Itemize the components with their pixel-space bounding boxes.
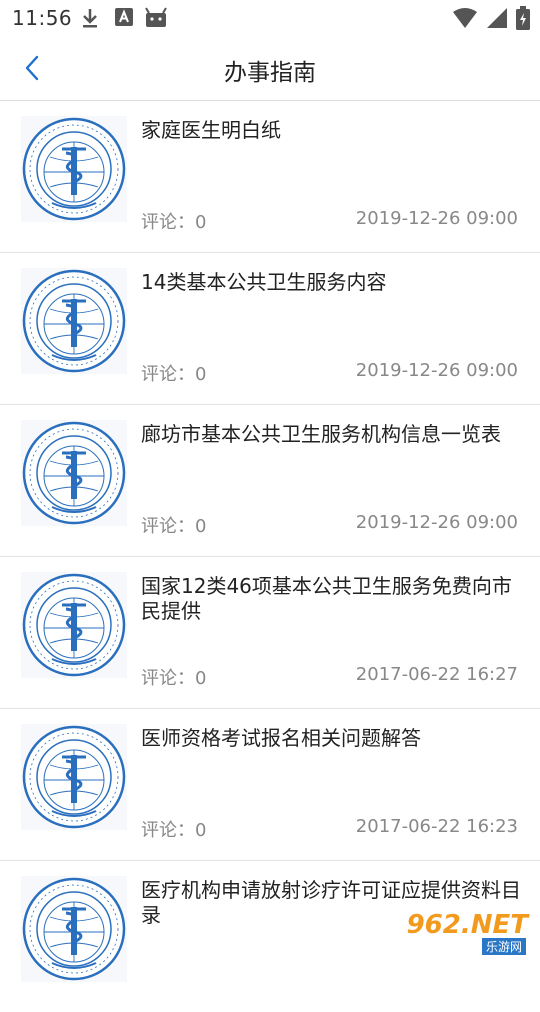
list-item[interactable]: 家庭医生明白纸 评论：0 2019-12-26 09:00: [0, 101, 540, 253]
page-title: 办事指南: [224, 60, 316, 86]
comment-label: 评论：: [141, 364, 195, 385]
comment-count: 0: [195, 516, 207, 537]
item-date: 2019-12-26 09:00: [355, 512, 518, 533]
item-comments: 评论：0: [141, 512, 206, 538]
status-bar: 11:56: [0, 0, 540, 36]
health-commission-emblem-icon: [22, 877, 126, 981]
item-date: 2019-12-26 09:00: [355, 208, 518, 229]
health-commission-emblem-icon: [22, 269, 126, 373]
signal-icon: [487, 8, 507, 28]
comment-label: 评论：: [141, 516, 195, 537]
item-comments: 评论：0: [141, 816, 206, 842]
list-item[interactable]: 廊坊市基本公共卫生服务机构信息一览表 评论：0 2019-12-26 09:00: [0, 405, 540, 557]
item-thumbnail: [21, 724, 127, 830]
item-date: 2017-06-22 16:27: [355, 664, 518, 685]
item-comments: 评论：0: [141, 664, 206, 690]
comment-label: 评论：: [141, 820, 195, 841]
comment-count: 0: [195, 668, 207, 689]
item-date: 2017-06-22 16:23: [355, 816, 518, 837]
health-commission-emblem-icon: [22, 725, 126, 829]
item-title: 医师资格考试报名相关问题解答: [141, 726, 421, 750]
health-commission-emblem-icon: [22, 117, 126, 221]
title-bar: 办事指南: [0, 36, 540, 101]
comment-count: 0: [195, 364, 207, 385]
item-title: 国家12类46项基本公共卫生服务免费向市民提供: [141, 574, 512, 623]
list-item[interactable]: 医师资格考试报名相关问题解答 评论：0 2017-06-22 16:23: [0, 709, 540, 861]
item-title: 廊坊市基本公共卫生服务机构信息一览表: [141, 422, 501, 446]
battery-icon: [516, 6, 530, 30]
comment-label: 评论：: [141, 212, 195, 233]
item-thumbnail: [21, 116, 127, 222]
status-right: [452, 6, 530, 30]
comment-count: 0: [195, 820, 207, 841]
status-time: 11:56: [12, 6, 73, 30]
item-comments: 评论：0: [141, 208, 206, 234]
list-item[interactable]: 14类基本公共卫生服务内容 评论：0 2019-12-26 09:00: [0, 253, 540, 405]
list-item[interactable]: 国家12类46项基本公共卫生服务免费向市民提供 评论：0 2017-06-22 …: [0, 557, 540, 709]
item-thumbnail: [21, 268, 127, 374]
item-thumbnail: [21, 876, 127, 982]
guide-list: 家庭医生明白纸 评论：0 2019-12-26 09:00 14类基本公共卫生服…: [0, 101, 540, 1012]
download-icon: [83, 9, 97, 28]
watermark-text: 962.NET: [406, 910, 528, 940]
android-icon: [145, 7, 167, 27]
watermark-logo: 962.NET 乐游网: [402, 908, 534, 955]
health-commission-emblem-icon: [22, 573, 126, 677]
item-title: 家庭医生明白纸: [141, 118, 281, 142]
item-thumbnail: [21, 572, 127, 678]
item-date: 2019-12-26 09:00: [355, 360, 518, 381]
item-comments: 评论：0: [141, 360, 206, 386]
app-a-icon: [115, 8, 133, 26]
comment-count: 0: [195, 212, 207, 233]
comment-label: 评论：: [141, 668, 195, 689]
item-thumbnail: [21, 420, 127, 526]
watermark-sub: 乐游网: [481, 938, 526, 955]
health-commission-emblem-icon: [22, 421, 126, 525]
item-title: 14类基本公共卫生服务内容: [141, 270, 387, 294]
wifi-icon: [453, 8, 477, 28]
